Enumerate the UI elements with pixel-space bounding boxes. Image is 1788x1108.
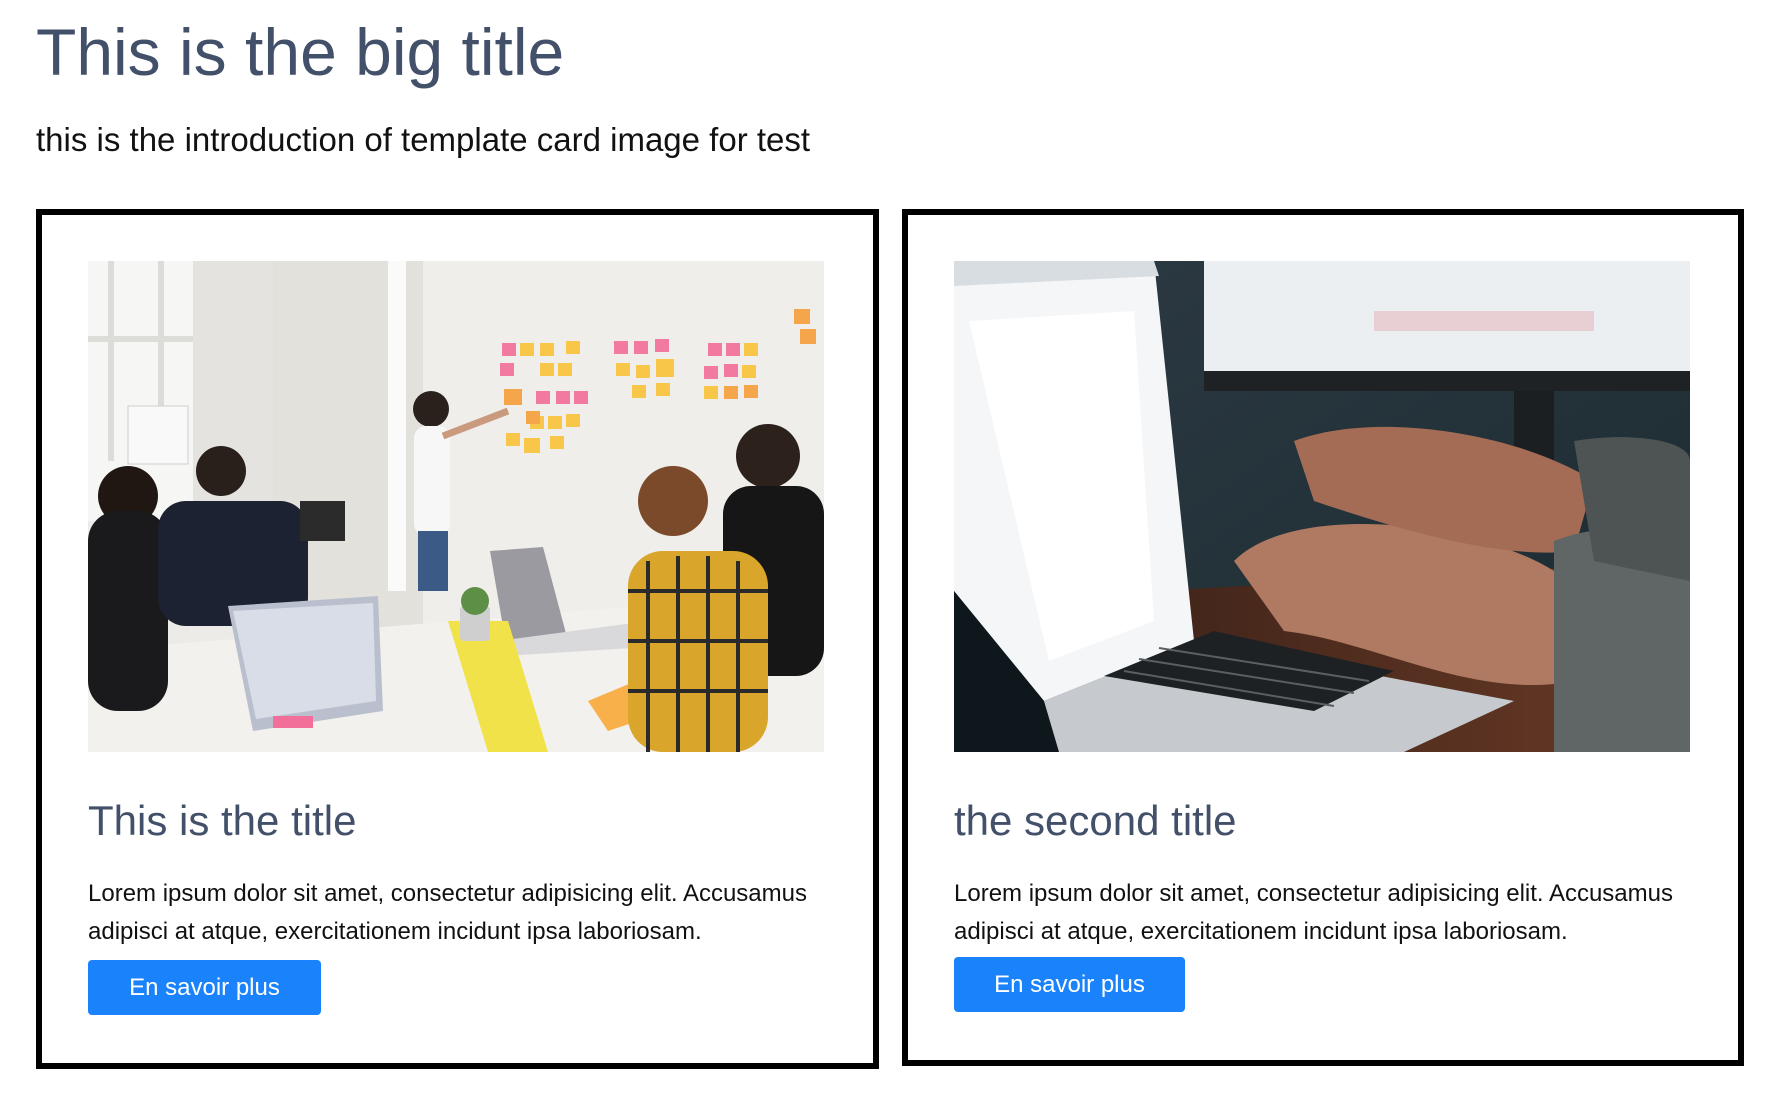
card-1-learn-more-button[interactable]: En savoir plus — [88, 960, 321, 1015]
page-title: This is the big title — [36, 15, 565, 89]
page: This is the big title this is the introd… — [0, 0, 1788, 1108]
card-2-text: Lorem ipsum dolor sit amet, consectetur … — [954, 880, 1673, 945]
card-2-image — [954, 261, 1690, 752]
card-1: This is the title Lorem ipsum dolor sit … — [36, 209, 879, 1069]
card-1-title: This is the title — [88, 797, 357, 844]
card-2-learn-more-button[interactable]: En savoir plus — [954, 957, 1185, 1012]
card-2: the second title Lorem ipsum dolor sit a… — [902, 209, 1744, 1066]
card-2-title: the second title — [954, 797, 1237, 844]
card-1-image — [88, 261, 824, 752]
card-1-text: Lorem ipsum dolor sit amet, consectetur … — [88, 880, 807, 945]
page-intro: this is the introduction of template car… — [36, 121, 811, 158]
